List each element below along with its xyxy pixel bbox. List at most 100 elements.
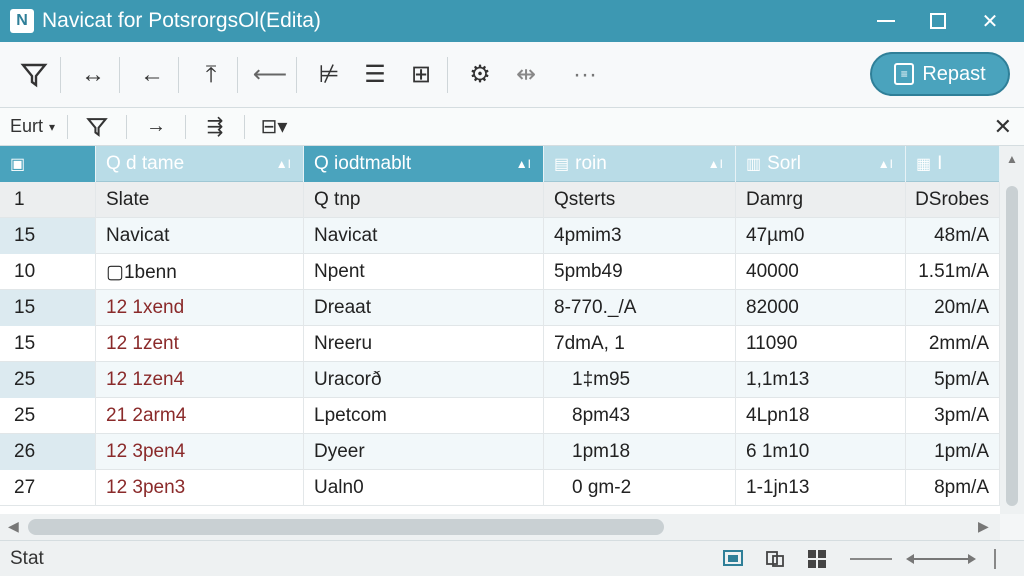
encoding-select[interactable]: Eurt ▾ <box>10 116 55 137</box>
table-row[interactable]: 26 12 3pen4 Dyeer 1pm18 6 1m10 1pm/A <box>0 434 1000 470</box>
table-cell[interactable]: 12 1zent <box>96 326 304 362</box>
column-header-name[interactable]: Q d tame ▲I <box>96 146 304 182</box>
table-row[interactable]: 25 12 1zen4 Uracorð 1‡m95 1,1m13 5pm/A <box>0 362 1000 398</box>
vertical-scroll-thumb[interactable] <box>1006 186 1018 506</box>
repeat-button[interactable]: ≡ Repast <box>870 52 1010 96</box>
table-cell[interactable]: Ualn0 <box>304 470 544 506</box>
horizontal-scroll-thumb[interactable] <box>28 519 664 535</box>
table-cell[interactable]: 12 1xend <box>96 290 304 326</box>
table-cell[interactable]: 3pm/A <box>906 398 1000 434</box>
column-header-extra[interactable]: ▦ I <box>906 146 1000 182</box>
table-cell[interactable]: 0 gm-2 <box>544 470 736 506</box>
sort-icon[interactable]: ▲I <box>516 157 531 171</box>
table-cell[interactable]: 1pm18 <box>544 434 736 470</box>
row-number-cell[interactable]: 25 <box>0 362 96 398</box>
maximize-button[interactable] <box>912 0 964 42</box>
vertical-scrollbar[interactable]: ▲ <box>1000 146 1024 514</box>
table-cell[interactable]: 8-770._/A <box>544 290 736 326</box>
table-row[interactable]: 25 21 2arm4 Lpetcom 8pm43 4Lpn18 3pm/A <box>0 398 1000 434</box>
table-cell[interactable]: 82000 <box>736 290 906 326</box>
table-cell[interactable]: Nreeru <box>304 326 544 362</box>
close-panel-button[interactable]: ✕ <box>994 114 1012 140</box>
table-cell[interactable]: 6 1m10 <box>736 434 906 470</box>
sort-icon[interactable]: ▲I <box>276 157 291 171</box>
table-cell[interactable]: 8pm/A <box>906 470 1000 506</box>
table-cell[interactable]: 4Lpn18 <box>736 398 906 434</box>
table-cell[interactable]: Uracorð <box>304 362 544 398</box>
sort-icon[interactable]: ▲I <box>878 157 893 171</box>
table-cell[interactable]: 1,1m13 <box>736 362 906 398</box>
table-cell[interactable]: 5pm/A <box>906 362 1000 398</box>
scroll-left-icon[interactable]: ◀ <box>8 518 19 535</box>
table-cell[interactable]: Npent <box>304 254 544 290</box>
column-header-roin[interactable]: ▤ roin ▲I <box>544 146 736 182</box>
table-row[interactable]: 10 ▢1benn Npent 5pmb49 40000 1.51m/A <box>0 254 1000 290</box>
filter-icon <box>20 63 48 87</box>
table-cell[interactable]: 48m/A <box>906 218 1000 254</box>
list-button[interactable]: ☰ <box>355 55 395 95</box>
table-cell[interactable]: 1pm/A <box>906 434 1000 470</box>
table-cell[interactable]: ▢1benn <box>96 254 304 290</box>
prev-button[interactable]: ⟵ <box>250 55 290 95</box>
layout-button[interactable]: ⊟▾ <box>257 112 291 142</box>
row-number-cell[interactable]: 15 <box>0 218 96 254</box>
scroll-right-icon[interactable]: ▶ <box>978 518 989 535</box>
row-number-cell[interactable]: 15 <box>0 326 96 362</box>
settings-button[interactable]: ⚙ <box>460 55 500 95</box>
table-cell[interactable]: 7dmA, 1 <box>544 326 736 362</box>
table-cell[interactable]: Lpetcom <box>304 398 544 434</box>
table-cell[interactable]: Dreaat <box>304 290 544 326</box>
table-cell[interactable]: 1.51m/A <box>906 254 1000 290</box>
table-row[interactable]: 15 Navicat Navicat 4pmim3 47µm0 48m/A <box>0 218 1000 254</box>
sub-header-cell: Slate <box>96 182 304 218</box>
column-header-table[interactable]: Q iodtmablt ▲I <box>304 146 544 182</box>
table-cell[interactable]: 47µm0 <box>736 218 906 254</box>
move-right-button[interactable]: → <box>139 112 173 142</box>
image-view-icon[interactable] <box>722 549 744 569</box>
filter-button[interactable] <box>14 55 54 95</box>
grid-button[interactable]: ⊞ <box>401 55 441 95</box>
table-cell[interactable]: 40000 <box>736 254 906 290</box>
row-number-cell[interactable]: 10 <box>0 254 96 290</box>
table-cell[interactable]: 5pmb49 <box>544 254 736 290</box>
table-cell[interactable]: 1-1jn13 <box>736 470 906 506</box>
more-button[interactable]: ··· <box>565 55 605 95</box>
row-number-cell[interactable]: 25 <box>0 398 96 434</box>
table-cell[interactable]: Navicat <box>96 218 304 254</box>
column-header-sort[interactable]: ▥ Sorl ▲I <box>736 146 906 182</box>
back-button[interactable]: ← <box>132 55 172 95</box>
table-cell[interactable]: 21 2arm4 <box>96 398 304 434</box>
table-cell[interactable]: 2mm/A <box>906 326 1000 362</box>
close-window-button[interactable]: ✕ <box>964 0 1016 42</box>
table-cell[interactable]: 1‡m95 <box>544 362 736 398</box>
sort-icon[interactable]: ▲I <box>708 157 723 171</box>
row-number-cell[interactable]: 27 <box>0 470 96 506</box>
minimize-button[interactable] <box>860 0 912 42</box>
upload-button[interactable]: ⤒ <box>191 55 231 95</box>
table-cell[interactable]: Navicat <box>304 218 544 254</box>
form-view-icon[interactable] <box>764 549 786 569</box>
scroll-up-icon[interactable]: ▲ <box>1006 152 1018 166</box>
grid-view-icon[interactable] <box>806 549 828 569</box>
table-cell[interactable]: Dyeer <box>304 434 544 470</box>
table-cell[interactable]: 11090 <box>736 326 906 362</box>
table-cell[interactable]: 12 1zen4 <box>96 362 304 398</box>
table-row[interactable]: 15 12 1zent Nreeru 7dmA, 1 11090 2mm/A <box>0 326 1000 362</box>
table-cell[interactable]: 12 3pen3 <box>96 470 304 506</box>
row-number-cell[interactable]: 15 <box>0 290 96 326</box>
align-left-button[interactable]: ⊭ <box>309 55 349 95</box>
table-row[interactable]: 27 12 3pen3 Ualn0 0 gm-2 1-1jn13 8pm/A <box>0 470 1000 506</box>
table-cell[interactable]: 12 3pen4 <box>96 434 304 470</box>
table-cell[interactable]: 8pm43 <box>544 398 736 434</box>
zoom-slider-icon[interactable] <box>904 551 978 567</box>
table-cell[interactable]: 20m/A <box>906 290 1000 326</box>
horizontal-scrollbar[interactable]: ◀ ▶ <box>0 514 1000 540</box>
column-header-rownum[interactable]: ▣ <box>0 146 96 182</box>
table-row[interactable]: 15 12 1xend Dreaat 8-770._/A 82000 20m/A <box>0 290 1000 326</box>
export-button[interactable]: ⇶ <box>198 112 232 142</box>
row-number-cell[interactable]: 26 <box>0 434 96 470</box>
swap-button[interactable]: ↔ <box>73 55 113 95</box>
resize-button[interactable]: ⇹ <box>506 55 546 95</box>
table-cell[interactable]: 4pmim3 <box>544 218 736 254</box>
subfilter-button[interactable] <box>80 112 114 142</box>
